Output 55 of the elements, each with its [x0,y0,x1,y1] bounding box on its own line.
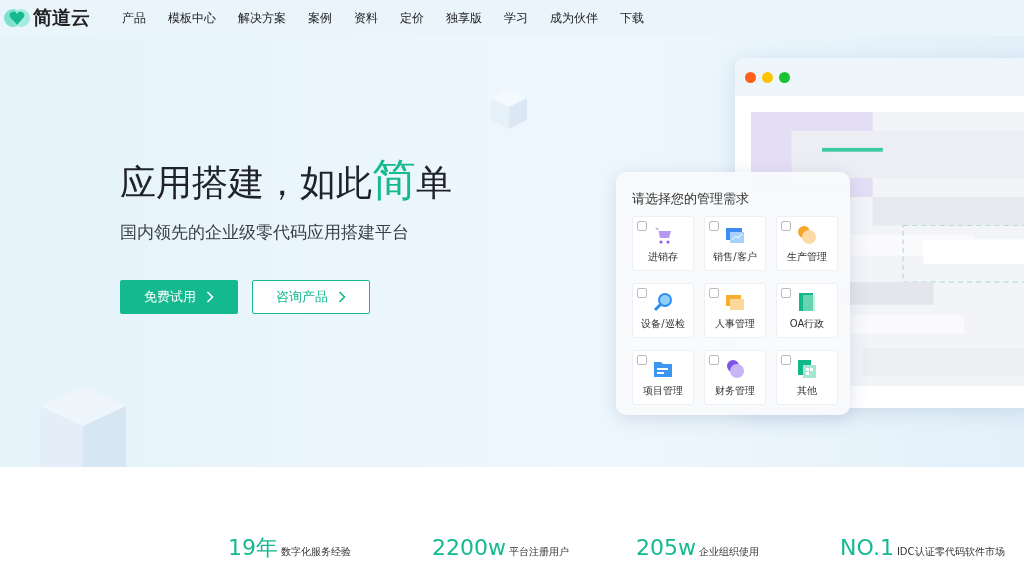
option-tile[interactable]: 销售/客户 [704,216,766,271]
option-tile[interactable]: 生产管理 [776,216,838,271]
nav-link[interactable]: 定价 [400,9,424,27]
window-dot-icon [745,71,756,83]
nav-link[interactable]: 产品 [122,9,146,27]
checkbox[interactable] [709,288,719,298]
stat-value: 2200w [432,535,506,560]
checkbox[interactable] [637,221,647,231]
cube-icon [489,88,529,130]
chevron-icon [206,291,214,303]
checkbox[interactable] [781,221,791,231]
option-tile[interactable]: 财务管理 [704,350,766,405]
nav-link[interactable]: 案例 [308,9,332,27]
stat-label: 企业组织使用 [699,545,759,559]
folder-icon [653,359,673,379]
doc-icon [797,292,817,312]
checkbox[interactable] [709,221,719,231]
nav-link[interactable]: 独享版 [446,9,482,27]
option-tile[interactable]: 人事管理 [704,283,766,338]
checkbox[interactable] [637,288,647,298]
option-tile[interactable]: 进销存 [632,216,694,271]
cube-icon [38,386,128,467]
search-icon [653,292,673,312]
nav-link[interactable]: 模板中心 [168,9,216,27]
checkbox[interactable] [709,355,719,365]
option-tile[interactable]: 其他 [776,350,838,405]
logo-text[interactable]: 简道云 [33,5,90,31]
window-dot-icon [779,71,790,83]
option-tile[interactable]: 项目管理 [632,350,694,405]
checkbox[interactable] [781,288,791,298]
option-tile[interactable]: OA行政 [776,283,838,338]
nav-link[interactable]: 下载 [620,9,644,27]
cart-icon [653,225,673,245]
grid-icon [797,359,817,379]
hero-subtitle: 国内领先的企业级零代码应用搭建平台 [120,221,410,244]
checkbox[interactable] [637,355,647,365]
nav-link[interactable]: 成为伙伴 [550,9,598,27]
stat-value: 19年 [228,534,278,562]
nav-link[interactable]: 学习 [504,9,528,27]
stat-label: IDC认证零代码软件市场 [896,545,1005,559]
card-title: 请选择您的管理需求 [632,190,750,208]
nav-link[interactable]: 资料 [354,9,378,27]
checkbox[interactable] [781,355,791,365]
stat-value: 205w [636,535,696,560]
logo-icon [4,7,30,29]
hero-title: 应用搭建，如此简单 [120,154,452,207]
card-icon [725,292,745,312]
stat-label: 平台注册用户 [509,545,569,559]
option-tile[interactable]: 设备/巡检 [632,283,694,338]
stat-value: NO.1 [840,535,894,560]
window-dot-icon [762,71,773,83]
stat-label: 数字化服务经验 [281,545,351,559]
chart-icon [725,225,745,245]
nav-link[interactable]: 解决方案 [238,9,286,27]
chevron-icon [338,291,346,303]
